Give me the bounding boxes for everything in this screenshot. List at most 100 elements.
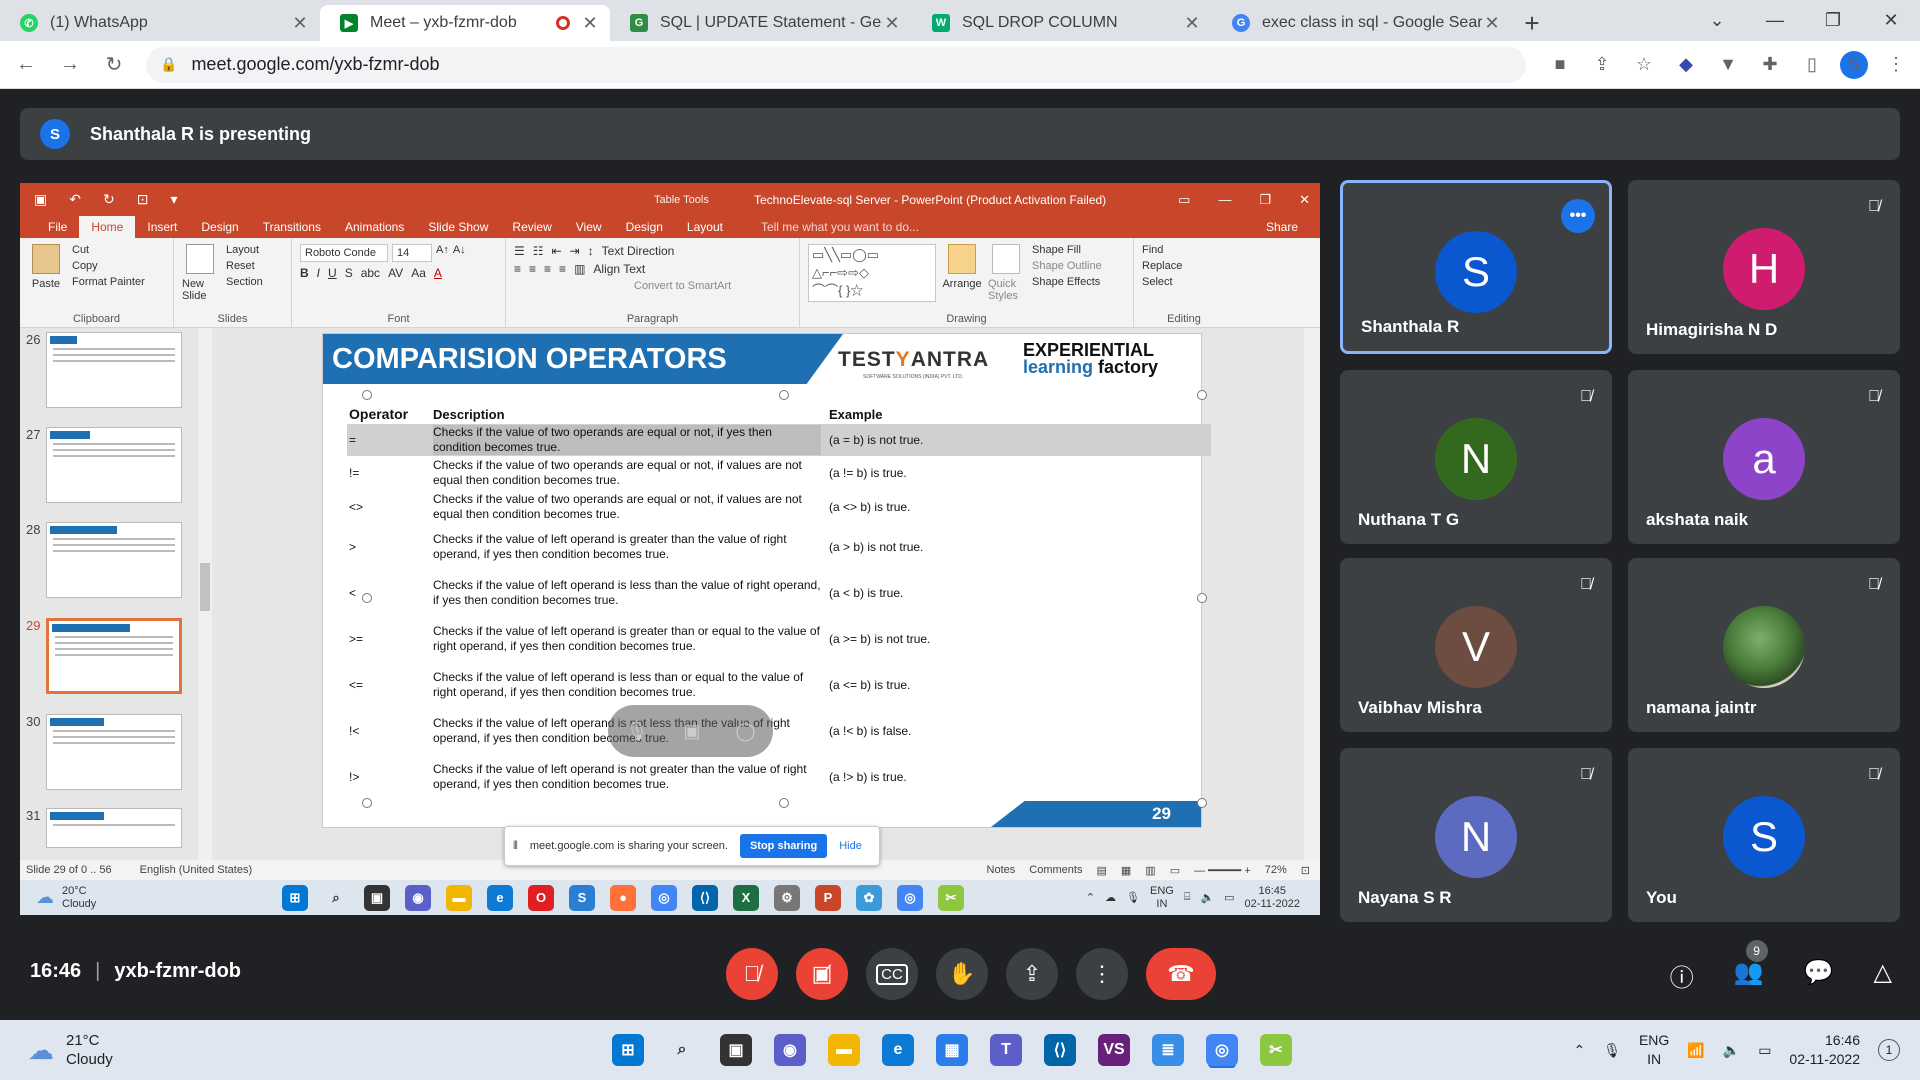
tray-chevron-icon[interactable]: ⌃ bbox=[1573, 1042, 1585, 1059]
firefox-icon[interactable]: ● bbox=[610, 884, 636, 911]
store-icon[interactable]: ▦ bbox=[936, 1034, 968, 1066]
hide-button[interactable]: Hide bbox=[839, 840, 862, 852]
powerpoint-icon[interactable]: P bbox=[815, 884, 841, 911]
selection-handle[interactable] bbox=[779, 390, 789, 400]
new-tab-button[interactable]: + bbox=[1512, 5, 1552, 41]
convert-smartart-button[interactable]: Convert to SmartArt bbox=[634, 280, 731, 292]
close-tab-icon[interactable]: ✕ bbox=[1482, 13, 1502, 34]
snipping-icon[interactable]: ✂ bbox=[1260, 1034, 1292, 1066]
ppt-close-button[interactable]: ✕ bbox=[1299, 192, 1310, 208]
table-row[interactable]: <= Checks if the value of left operand i… bbox=[347, 662, 1211, 708]
selection-handle[interactable] bbox=[1197, 593, 1207, 603]
ribbon-tab-design[interactable]: Design bbox=[189, 216, 250, 238]
drag-handle-icon[interactable]: ⦀ bbox=[513, 840, 518, 853]
cut-button[interactable]: Cut bbox=[72, 244, 145, 256]
mic-toggle-button[interactable]: 🎙̸ bbox=[726, 948, 778, 1000]
ribbon-tab-file[interactable]: File bbox=[36, 216, 79, 238]
font-color-icon[interactable]: A bbox=[434, 266, 442, 280]
wifi-icon[interactable]: 📶 bbox=[1687, 1042, 1704, 1059]
meeting-details-icon[interactable]: ⓘ bbox=[1670, 958, 1694, 993]
notes-button[interactable]: Notes bbox=[987, 864, 1016, 877]
ppt-share-button[interactable]: Share bbox=[1254, 216, 1310, 238]
participant-tile[interactable]: N 🎙̸ Nuthana T G bbox=[1340, 370, 1612, 544]
forward-icon[interactable]: → bbox=[52, 47, 88, 83]
presenter-language[interactable]: ENG IN bbox=[1150, 885, 1174, 911]
table-row[interactable]: = Checks if the value of two operands ar… bbox=[347, 424, 1211, 456]
tray-app-icon[interactable]: ☁ bbox=[1105, 891, 1116, 904]
windows-start-icon[interactable]: ⊞ bbox=[282, 884, 308, 911]
shape-fill-button[interactable]: Shape Fill bbox=[1032, 244, 1102, 256]
ribbon-tab-home[interactable]: Home bbox=[79, 216, 136, 238]
replace-button[interactable]: Replace bbox=[1142, 260, 1182, 272]
table-row[interactable]: !> Checks if the value of left operand i… bbox=[347, 754, 1211, 800]
table-row[interactable]: < Checks if the value of left operand is… bbox=[347, 570, 1211, 616]
numbering-icon[interactable]: ☷ bbox=[533, 244, 544, 258]
selection-handle[interactable] bbox=[1197, 390, 1207, 400]
share-page-icon[interactable]: ⇪ bbox=[1588, 51, 1616, 79]
opera-icon[interactable]: O bbox=[528, 884, 554, 911]
teams-chat-icon[interactable]: ◉ bbox=[774, 1034, 806, 1066]
strikethrough-icon[interactable]: abc bbox=[361, 266, 380, 280]
table-row[interactable]: <> Checks if the value of two operands a… bbox=[347, 490, 1211, 524]
participant-tile[interactable]: S ••• Shanthala R bbox=[1340, 180, 1612, 354]
visual-studio-icon[interactable]: VS bbox=[1098, 1034, 1130, 1066]
shrink-font-icon[interactable]: A↓ bbox=[453, 244, 466, 262]
tab-whatsapp[interactable]: ✆ (1) WhatsApp ✕ bbox=[0, 5, 320, 41]
reading-view-icon[interactable]: ▥ bbox=[1145, 864, 1155, 877]
paste-button[interactable]: Paste bbox=[28, 244, 64, 311]
windows-start-icon[interactable]: ⊞ bbox=[612, 1034, 644, 1066]
text-direction-button[interactable]: Text Direction bbox=[602, 244, 675, 258]
columns-icon[interactable]: ▥ bbox=[574, 262, 585, 276]
bold-icon[interactable]: B bbox=[300, 266, 309, 280]
notification-badge[interactable]: 1 bbox=[1878, 1039, 1900, 1061]
line-spacing-icon[interactable]: ↕ bbox=[588, 244, 594, 258]
select-button[interactable]: Select bbox=[1142, 276, 1182, 288]
increase-indent-icon[interactable]: ⇥ bbox=[570, 244, 580, 258]
lock-icon[interactable]: 🔒 bbox=[160, 56, 177, 73]
shadow-icon[interactable]: S bbox=[345, 266, 353, 280]
network-icon[interactable]: ⌸ bbox=[1184, 891, 1191, 904]
participant-tile[interactable]: H 🎙̸ Himagirisha N D bbox=[1628, 180, 1900, 354]
chrome-profile-icon[interactable]: ◎ bbox=[897, 884, 923, 911]
close-tab-icon[interactable]: ✕ bbox=[290, 13, 310, 34]
captions-button[interactable]: CC bbox=[866, 948, 918, 1000]
task-view-icon[interactable]: ▣ bbox=[720, 1034, 752, 1066]
edge-icon[interactable]: e bbox=[882, 1034, 914, 1066]
close-tab-icon[interactable]: ✕ bbox=[1182, 13, 1202, 34]
participant-tile-self[interactable]: S 🎙̸ You bbox=[1628, 748, 1900, 922]
camera-toggle-button[interactable]: ▣̸ bbox=[796, 948, 848, 1000]
fit-to-window-icon[interactable]: ⊡ bbox=[1301, 864, 1310, 877]
search-icon[interactable]: ⌕ bbox=[323, 885, 349, 911]
tab-w3schools[interactable]: W SQL DROP COLUMN ✕ bbox=[912, 5, 1212, 41]
slide-scrollbar[interactable] bbox=[1304, 328, 1320, 860]
shape-effects-button[interactable]: Shape Effects bbox=[1032, 276, 1102, 288]
ribbon-tab-review[interactable]: Review bbox=[500, 216, 563, 238]
tray-chevron-icon[interactable]: ⌃ bbox=[1086, 891, 1095, 904]
address-bar[interactable]: 🔒 meet.google.com/yxb-fzmr-dob bbox=[146, 46, 1526, 83]
reload-icon[interactable]: ↻ bbox=[96, 47, 132, 83]
edge-icon[interactable]: e bbox=[487, 884, 513, 911]
selection-handle[interactable] bbox=[362, 390, 372, 400]
customize-qat-icon[interactable]: ▾ bbox=[170, 191, 177, 208]
table-row[interactable]: !< Checks if the value of left operand i… bbox=[347, 708, 1211, 754]
table-row[interactable]: >= Checks if the value of left operand i… bbox=[347, 616, 1211, 662]
shape-outline-button[interactable]: Shape Outline bbox=[1032, 260, 1102, 272]
excel-icon[interactable]: X bbox=[733, 884, 759, 911]
app-icon[interactable]: ✿ bbox=[856, 884, 882, 911]
align-left-icon[interactable]: ≡ bbox=[514, 262, 521, 276]
present-icon[interactable]: ⊡ bbox=[137, 191, 149, 208]
ribbon-tab-insert[interactable]: Insert bbox=[135, 216, 189, 238]
file-explorer-icon[interactable]: ▬ bbox=[828, 1034, 860, 1066]
maximize-button[interactable]: ❐ bbox=[1804, 0, 1862, 41]
zoom-slider[interactable]: — ━━━━━ + bbox=[1194, 864, 1251, 877]
grow-font-icon[interactable]: A↑ bbox=[436, 244, 449, 262]
minimize-button[interactable]: — bbox=[1746, 0, 1804, 41]
extensions-puzzle-icon[interactable]: ✚ bbox=[1756, 51, 1784, 79]
extension-icon[interactable]: ◆ bbox=[1672, 51, 1700, 79]
tab-search-icon[interactable]: ⌄ bbox=[1688, 0, 1746, 41]
chat-icon[interactable]: 💬 bbox=[1804, 958, 1834, 993]
thumbnail-scrollbar[interactable] bbox=[198, 328, 212, 860]
volume-icon[interactable]: 🔈 bbox=[1723, 1042, 1740, 1059]
raise-hand-button[interactable]: ✋ bbox=[936, 948, 988, 1000]
tab-meet[interactable]: ▶ Meet – yxb-fzmr-dob ✕ bbox=[320, 5, 610, 41]
